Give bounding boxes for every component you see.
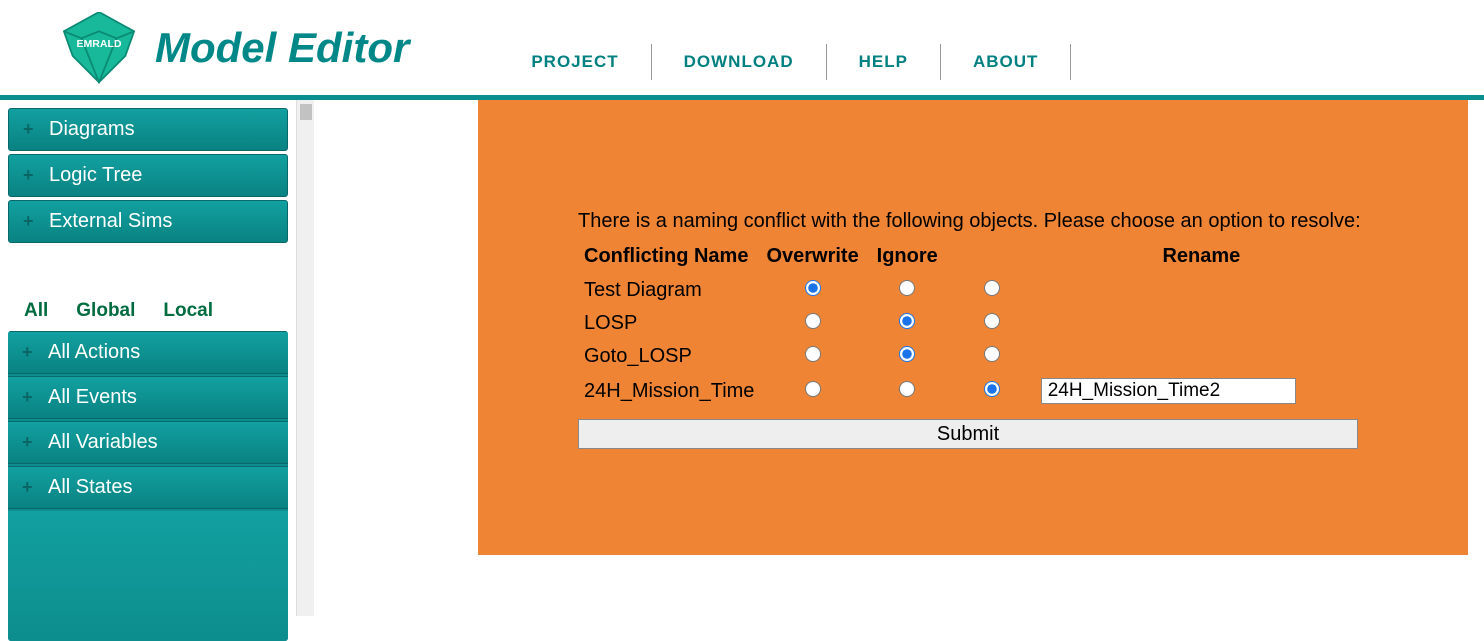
nav-help[interactable]: HELP — [827, 52, 940, 72]
sidebar-wrap: + Diagrams + Logic Tree + External Sims … — [0, 100, 318, 616]
sidebar-item-label: All Variables — [48, 431, 158, 454]
expand-icon: + — [23, 211, 37, 232]
conflict-name: Test Diagram — [578, 274, 760, 307]
conflict-name: LOSP — [578, 307, 760, 340]
sidebar-item-external-sims[interactable]: + External Sims — [8, 200, 288, 243]
ignore-radio[interactable] — [899, 313, 915, 329]
sidebar-item-label: All Actions — [48, 341, 140, 364]
sidebar-item-label: All Events — [48, 386, 137, 409]
sidebar-item-label: External Sims — [49, 210, 172, 233]
overwrite-radio[interactable] — [805, 381, 821, 397]
tab-global[interactable]: Global — [62, 294, 149, 328]
emerald-logo-icon: EMRALD — [55, 12, 143, 84]
conflict-table: Conflicting Name Overwrite Ignore Rename… — [578, 243, 1368, 409]
app-header: EMRALD Model Editor PROJECT DOWNLOAD HEL… — [0, 0, 1484, 100]
expand-icon: + — [22, 387, 36, 408]
rename-radio[interactable] — [984, 280, 1000, 296]
rename-radio[interactable] — [984, 381, 1000, 397]
ignore-radio[interactable] — [899, 381, 915, 397]
submit-button[interactable]: Submit — [578, 419, 1358, 449]
sidebar-item-diagrams[interactable]: + Diagrams — [8, 108, 288, 151]
expand-icon: + — [22, 432, 36, 453]
tab-all[interactable]: All — [10, 294, 62, 328]
rename-radio[interactable] — [984, 313, 1000, 329]
ignore-radio[interactable] — [899, 346, 915, 362]
col-ignore: Ignore — [865, 243, 950, 274]
sidebar-bottom-block: + All Actions + All Events + All Variabl… — [8, 331, 288, 641]
tab-local[interactable]: Local — [149, 294, 227, 328]
sidebar-item-logic-tree[interactable]: + Logic Tree — [8, 154, 288, 197]
expand-icon: + — [22, 477, 36, 498]
conflict-row: 24H_Mission_Time — [578, 373, 1368, 409]
top-nav: PROJECT DOWNLOAD HELP ABOUT — [499, 44, 1071, 80]
expand-icon: + — [23, 119, 37, 140]
rename-input[interactable] — [1041, 378, 1296, 404]
conflict-header-row: Conflicting Name Overwrite Ignore Rename — [578, 243, 1368, 274]
logo-block: EMRALD Model Editor — [55, 12, 409, 84]
sidebar-item-all-events[interactable]: + All Events — [8, 376, 288, 419]
sidebar-scrollbar[interactable] — [296, 100, 314, 616]
expand-icon: + — [22, 342, 36, 363]
sidebar-gap — [0, 246, 296, 294]
conflict-dialog: There is a naming conflict with the foll… — [478, 100, 1468, 555]
nav-separator — [1070, 44, 1071, 80]
conflict-name: 24H_Mission_Time — [578, 373, 760, 409]
conflict-row: Test Diagram — [578, 274, 1368, 307]
rename-radio[interactable] — [984, 346, 1000, 362]
ignore-radio[interactable] — [899, 280, 915, 296]
sidebar-item-all-variables[interactable]: + All Variables — [8, 421, 288, 464]
sidebar-item-label: Diagrams — [49, 118, 135, 141]
conflict-name: Goto_LOSP — [578, 340, 760, 373]
overwrite-radio[interactable] — [805, 313, 821, 329]
sidebar-item-label: Logic Tree — [49, 164, 142, 187]
col-overwrite: Overwrite — [760, 243, 864, 274]
nav-about[interactable]: ABOUT — [941, 52, 1070, 72]
sidebar-scrollbar-thumb[interactable] — [300, 104, 312, 120]
app-title: Model Editor — [155, 24, 409, 72]
col-rename: Rename — [1035, 243, 1368, 274]
overwrite-radio[interactable] — [805, 346, 821, 362]
content-area: There is a naming conflict with the foll… — [318, 100, 1484, 616]
expand-icon: + — [23, 165, 37, 186]
sidebar-tail — [8, 511, 288, 641]
dialog-message: There is a naming conflict with the foll… — [578, 208, 1368, 235]
nav-download[interactable]: DOWNLOAD — [652, 52, 826, 72]
sidebar: + Diagrams + Logic Tree + External Sims … — [0, 100, 296, 616]
sidebar-item-all-actions[interactable]: + All Actions — [8, 331, 288, 374]
main-area: + Diagrams + Logic Tree + External Sims … — [0, 100, 1484, 616]
conflict-row: Goto_LOSP — [578, 340, 1368, 373]
sidebar-item-all-states[interactable]: + All States — [8, 466, 288, 509]
col-conflicting-name: Conflicting Name — [578, 243, 760, 274]
sidebar-item-label: All States — [48, 476, 132, 499]
conflict-row: LOSP — [578, 307, 1368, 340]
overwrite-radio[interactable] — [805, 280, 821, 296]
nav-project[interactable]: PROJECT — [499, 52, 650, 72]
scope-tabs: All Global Local — [10, 294, 296, 328]
svg-text:EMRALD: EMRALD — [77, 38, 122, 50]
